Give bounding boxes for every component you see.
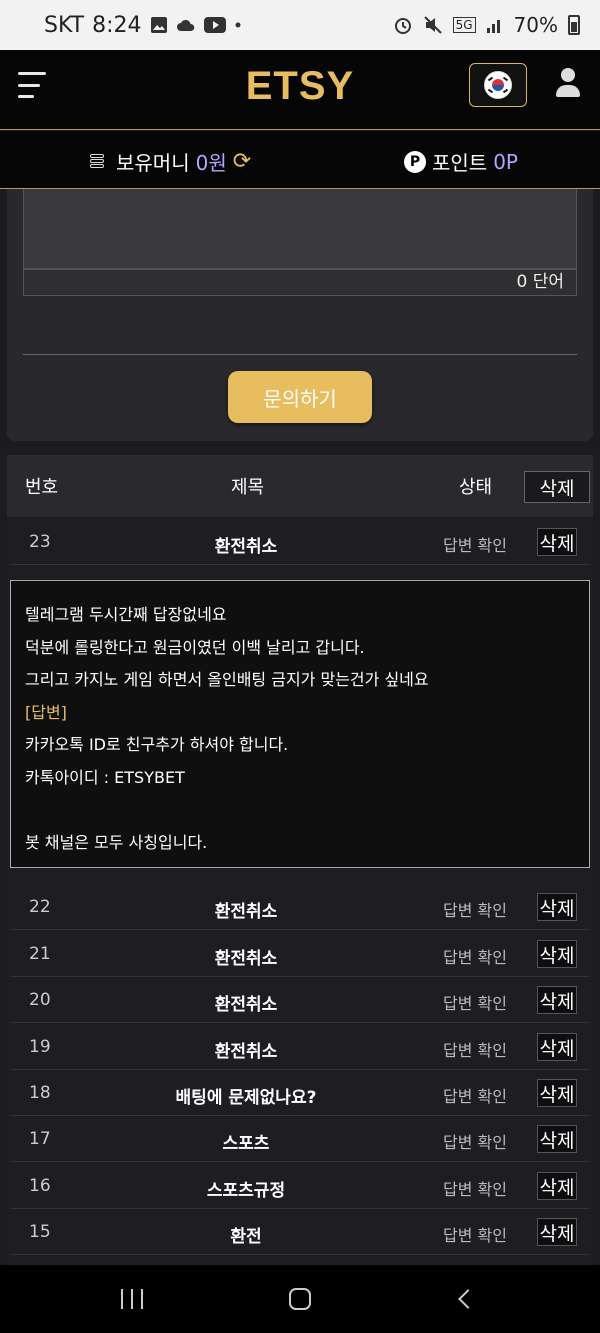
delete-button[interactable]: 삭제 xyxy=(537,1079,577,1107)
delete-all-button[interactable]: 삭제 xyxy=(524,471,590,503)
user-icon[interactable] xyxy=(556,68,580,98)
row-no: 15 xyxy=(29,1222,51,1242)
inquiry-textarea[interactable] xyxy=(23,189,577,269)
question-line: 텔레그램 두시간째 답장없네요 xyxy=(25,605,227,624)
system-nav-bar xyxy=(0,1265,600,1333)
back-icon[interactable] xyxy=(458,1289,478,1309)
answer-line: 카카오톡 ID로 친구추가 하셔야 합니다. xyxy=(25,735,289,754)
delete-button[interactable]: 삭제 xyxy=(537,940,577,968)
dot-icon xyxy=(234,21,242,29)
table-row[interactable]: 19 환전취소 답변 확인 삭제 xyxy=(11,1024,589,1070)
points-balance: P 포인트 0P xyxy=(404,147,518,176)
clock: 8:24 xyxy=(92,12,142,38)
question-line: 그리고 카지노 게임 하면서 올인배팅 금지가 맞는건가 싶네요 xyxy=(25,670,429,689)
row-status: 답변 확인 xyxy=(443,901,507,920)
row-no: 22 xyxy=(29,897,51,917)
row-title: 배팅에 문제없나요? xyxy=(175,1088,317,1108)
language-button[interactable] xyxy=(469,63,527,107)
alarm-icon xyxy=(393,15,413,35)
row-status: 답변 확인 xyxy=(443,1133,507,1152)
korea-flag-icon xyxy=(484,71,512,99)
row-status: 답변 확인 xyxy=(443,1041,507,1060)
row-status: 답변 확인 xyxy=(443,948,507,967)
delete-button[interactable]: 삭제 xyxy=(537,528,577,556)
points-label: 포인트 xyxy=(432,151,488,175)
table-row[interactable]: 22 환전취소 답변 확인 삭제 xyxy=(11,884,589,930)
header-status: 상태 xyxy=(459,477,493,498)
row-no: 19 xyxy=(29,1037,51,1057)
row-status: 답변 확인 xyxy=(443,1087,507,1106)
row-title: 환전취소 xyxy=(214,995,278,1015)
refresh-icon[interactable]: ⟳ xyxy=(233,149,251,174)
signal-icon xyxy=(486,16,504,34)
word-count: 0 단어 xyxy=(23,269,577,296)
delete-button[interactable]: 삭제 xyxy=(537,1033,577,1061)
money-label: 보유머니 xyxy=(116,151,190,175)
wallet-bar: 보유머니 0원 ⟳ P 포인트 0P xyxy=(0,131,600,189)
cloud-icon xyxy=(176,18,196,32)
delete-button[interactable]: 삭제 xyxy=(537,1125,577,1153)
battery-icon xyxy=(568,15,580,35)
carrier: SKT xyxy=(44,12,85,38)
question-line: 덕분에 롤링한다고 원금이였던 이백 날리고 갑니다. xyxy=(25,637,365,657)
app-header: ETSY xyxy=(0,50,600,130)
row-no: 21 xyxy=(29,944,51,964)
delete-button[interactable]: 삭제 xyxy=(537,893,577,921)
row-no: 16 xyxy=(29,1176,51,1196)
row-title: 환전취소 xyxy=(214,949,278,969)
row-status: 답변 확인 xyxy=(443,994,507,1013)
mute-icon xyxy=(423,15,443,35)
delete-button[interactable]: 삭제 xyxy=(537,1172,577,1200)
table-header: 번호 제목 상태 삭제 xyxy=(7,455,593,517)
row-title: 환전취소 xyxy=(214,537,278,557)
battery-percent: 70% xyxy=(513,13,558,37)
row-title: 환전취소 xyxy=(214,1042,278,1062)
row-no: 20 xyxy=(29,990,51,1010)
inquiry-form: 0 단어 문의하기 xyxy=(7,189,593,441)
submit-inquiry-button[interactable]: 문의하기 xyxy=(228,371,372,423)
divider xyxy=(23,354,577,355)
table-row[interactable]: 23 환전취소 답변 확인 삭제 xyxy=(11,519,589,565)
money-balance: 보유머니 0원 ⟳ xyxy=(88,147,251,176)
table-row[interactable]: 20 환전취소 답변 확인 삭제 xyxy=(11,977,589,1023)
answer-line xyxy=(25,794,575,827)
table-row[interactable]: 21 환전취소 답변 확인 삭제 xyxy=(11,931,589,977)
row-title: 스포츠규정 xyxy=(206,1181,286,1201)
row-title: 환전 xyxy=(230,1227,262,1247)
answer-tag: [답변] xyxy=(25,702,67,722)
coins-icon xyxy=(88,152,110,172)
answer-line: 봇 채널은 모두 사칭입니다. xyxy=(25,832,208,852)
answer-line: 카톡아이디 : ETSYBET xyxy=(25,767,185,787)
row-status: 답변 확인 xyxy=(443,1226,507,1245)
row-no: 18 xyxy=(29,1083,51,1103)
row-no: 23 xyxy=(29,532,51,552)
row-no: 17 xyxy=(29,1129,51,1149)
delete-button[interactable]: 삭제 xyxy=(537,1218,577,1246)
inquiry-table: 번호 제목 상태 삭제 23 환전취소 답변 확인 삭제 텔레그램 두시간째 답… xyxy=(7,455,593,1265)
status-bar: SKT 8:24 5G 70% xyxy=(0,0,600,50)
network-type: 5G xyxy=(452,17,476,33)
table-row[interactable]: 17 스포츠 답변 확인 삭제 xyxy=(11,1116,589,1162)
delete-button[interactable]: 삭제 xyxy=(537,986,577,1014)
table-row[interactable]: 16 스포츠규정 답변 확인 삭제 xyxy=(11,1163,589,1209)
table-row[interactable]: 15 환전 답변 확인 삭제 xyxy=(11,1209,589,1255)
header-title: 제목 xyxy=(231,477,265,498)
table-row[interactable]: 18 배팅에 문제없나요? 답변 확인 삭제 xyxy=(11,1070,589,1116)
row-status: 답변 확인 xyxy=(443,1180,507,1199)
inquiry-detail: 텔레그램 두시간째 답장없네요 덕분에 롤링한다고 원금이였던 이백 날리고 갑… xyxy=(10,580,590,868)
header-no: 번호 xyxy=(25,477,59,498)
row-status: 답변 확인 xyxy=(443,536,507,555)
points-value: 0P xyxy=(493,149,518,174)
money-value: 0원 xyxy=(195,151,227,175)
row-title: 스포츠 xyxy=(222,1134,270,1154)
row-title: 환전취소 xyxy=(214,902,278,922)
youtube-icon xyxy=(203,17,226,33)
point-icon: P xyxy=(404,150,426,173)
recent-apps-icon[interactable] xyxy=(121,1289,143,1309)
gallery-icon xyxy=(150,16,168,34)
home-icon[interactable] xyxy=(289,1288,311,1310)
